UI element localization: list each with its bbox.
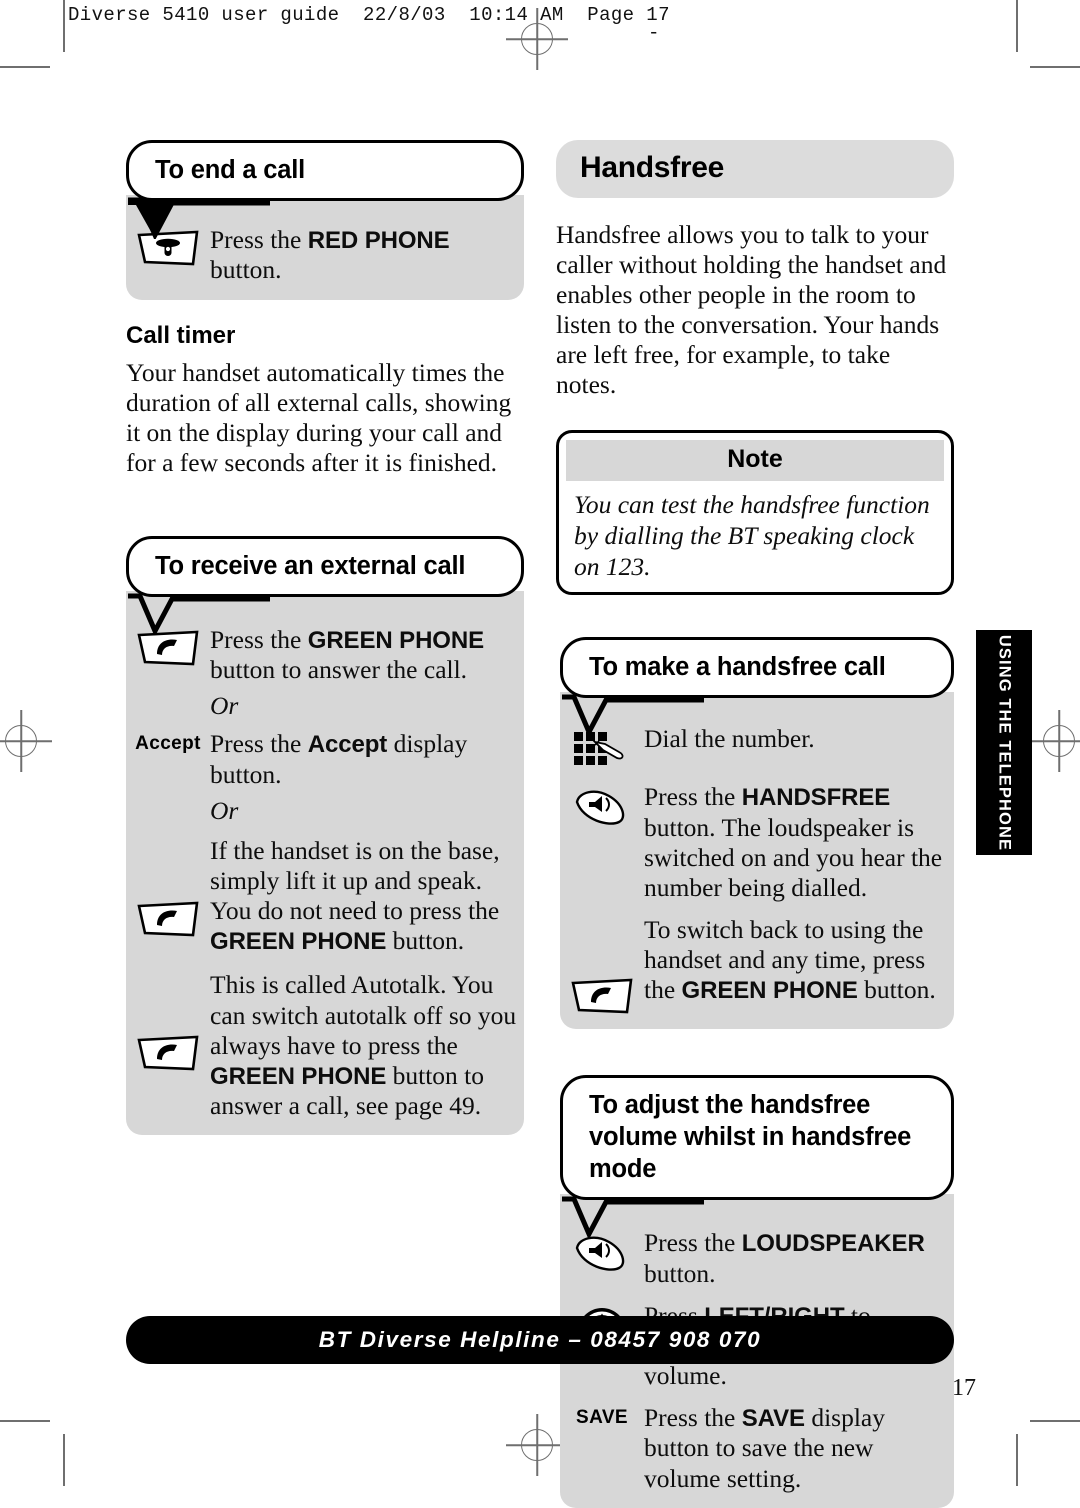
title-label: Handsfree xyxy=(580,151,725,184)
bubble-tail-icon xyxy=(562,1196,704,1239)
instruction-text: If the handset is on the base, simply li… xyxy=(210,835,500,956)
footer-label: BT Diverse Helpline – 08457 908 070 xyxy=(318,1327,762,1352)
heading-label: To end a call xyxy=(155,156,305,184)
instruction-text: Press the HANDSFREE button. The loudspea… xyxy=(644,782,943,902)
heading-to-make-handsfree-call: To make a handsfree call xyxy=(560,637,954,737)
side-tab-using-the-telephone: USING THE TELEPHONE xyxy=(976,630,1032,855)
save-display-label: SAVE xyxy=(576,1407,628,1429)
instruction-strip-receive-call: Press the GREEN PHONE button to answer th… xyxy=(126,590,524,1136)
instruction-text: Or xyxy=(210,691,239,721)
bubble-tail-icon xyxy=(562,694,704,737)
crop-mark-top-right-horizontal xyxy=(1030,66,1080,68)
heading-to-end-a-call: To end a call xyxy=(126,140,524,240)
note-header: Note xyxy=(566,440,944,482)
bubble-box: To make a handsfree call xyxy=(560,637,954,699)
crop-mark-bottom-right-horizontal xyxy=(1030,1420,1080,1422)
instruction-row: This is called Autotalk. You can switch … xyxy=(126,970,524,1121)
instruction-text: This is called Autotalk. You can switch … xyxy=(210,970,517,1120)
note-body: You can test the handsfree function by d… xyxy=(574,490,930,581)
instruction-row: SAVE Press the SAVE display button to sa… xyxy=(560,1403,954,1493)
instruction-text: Or xyxy=(210,795,239,825)
footer-helpline-banner: BT Diverse Helpline – 08457 908 070 xyxy=(126,1316,954,1364)
heading-label: To make a handsfree call xyxy=(589,653,886,682)
page-number: 17 xyxy=(952,1375,976,1401)
instruction-strip-make-handsfree-call: Dial the number. Press the HANDSFREE but… xyxy=(560,692,954,1029)
right-column: Handsfree Handsfree allows you to talk t… xyxy=(556,140,954,1508)
crop-mark-bottom-left-vertical xyxy=(63,1434,65,1486)
green-phone-button-icon xyxy=(560,915,644,1015)
no-icon xyxy=(126,691,210,695)
side-tab-label: USING THE TELEPHONE xyxy=(995,634,1014,851)
instruction-row-or: Or xyxy=(126,691,524,721)
heading-to-adjust-handsfree-volume: To adjust the handsfree volume whilst in… xyxy=(560,1074,954,1239)
crop-mark-bottom-right-vertical xyxy=(1016,1434,1018,1486)
paragraph-call-timer: Your handset automatically times the dur… xyxy=(126,357,512,477)
instruction-text: Press the SAVE display button to save th… xyxy=(644,1403,885,1493)
bubble-tail-icon xyxy=(128,593,270,635)
instruction-row: To switch back to using the handset and … xyxy=(560,915,954,1015)
heading-label: To adjust the handsfree volume whilst in… xyxy=(589,1090,912,1184)
crop-mark-top-left-horizontal xyxy=(0,66,50,68)
no-icon xyxy=(126,796,210,800)
note-box: Note You can test the handsfree function… xyxy=(556,430,954,596)
paragraph-handsfree-intro: Handsfree allows you to talk to your cal… xyxy=(556,220,947,400)
crop-mark-top-right-vertical xyxy=(1016,0,1018,52)
instruction-row: If the handset is on the base, simply li… xyxy=(126,836,524,957)
section-title-handsfree: Handsfree xyxy=(556,140,954,198)
crop-mark-top-left-vertical xyxy=(63,0,65,52)
green-phone-button-icon xyxy=(126,836,210,938)
registration-mark-left xyxy=(0,710,52,772)
instruction-text: Press the Accept display button. xyxy=(210,729,468,789)
trim-dash-mark: - xyxy=(648,22,660,44)
crop-mark-bottom-left-horizontal xyxy=(0,1420,50,1422)
bubble-box: To end a call xyxy=(126,140,524,202)
instruction-row: Press the HANDSFREE button. The loudspea… xyxy=(560,782,954,903)
instruction-text: To switch back to using the handset and … xyxy=(644,914,936,1005)
bubble-box: To receive an external call xyxy=(126,535,524,597)
accept-display-label: Accept xyxy=(135,733,201,755)
loudspeaker-icon xyxy=(560,782,644,828)
left-column: To end a call Press the RED PHONE button… xyxy=(126,140,524,1136)
green-phone-button-icon xyxy=(126,970,210,1072)
heading-label: To receive an external call xyxy=(155,551,466,580)
subheading-call-timer: Call timer xyxy=(126,321,236,349)
registration-mark-right xyxy=(1028,710,1080,772)
instruction-row-or: Or xyxy=(126,796,524,826)
instruction-row: Accept Press the Accept display button. xyxy=(126,729,524,789)
bubble-box: To adjust the handsfree volume whilst in… xyxy=(560,1074,954,1201)
running-head: Diverse 5410 user guide 22/8/03 10:14 AM… xyxy=(68,4,670,26)
heading-to-receive-external-call: To receive an external call xyxy=(126,535,524,635)
bubble-tail-icon xyxy=(128,197,270,240)
